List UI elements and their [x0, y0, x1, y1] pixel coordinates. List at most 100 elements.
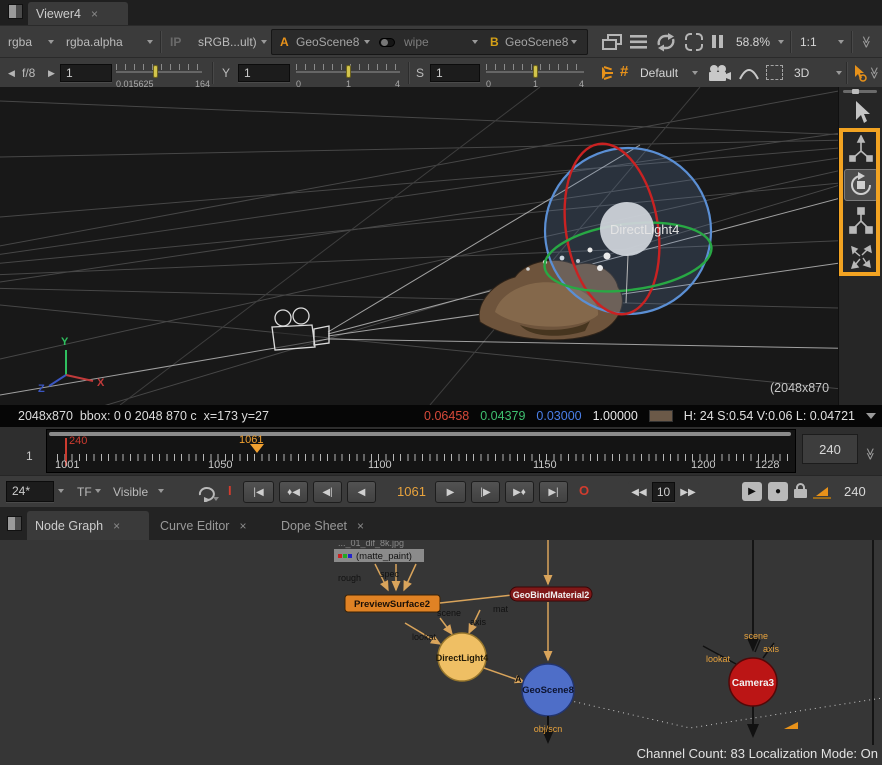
sync-arrows-icon[interactable] — [654, 32, 678, 52]
chevron-down-icon[interactable] — [472, 40, 478, 44]
play-button[interactable]: ▶ — [435, 481, 466, 503]
tab-dope-sheet[interactable]: Dope Sheet × — [273, 511, 385, 540]
strip-slider[interactable] — [843, 90, 877, 93]
play-backward-button[interactable]: ◀ — [347, 481, 376, 503]
tab-viewer4[interactable]: Viewer4 × — [28, 2, 128, 25]
collapse-timeline-icon[interactable]: ≫ — [863, 448, 877, 461]
divider — [212, 62, 213, 84]
current-frame-readout[interactable]: 1061 — [397, 484, 426, 499]
strip-slider-handle[interactable] — [852, 89, 859, 94]
prev-keyframe-button[interactable]: ♦◀ — [279, 481, 308, 503]
lut-curve-icon[interactable] — [738, 65, 760, 81]
chevron-down-icon[interactable] — [692, 71, 698, 75]
rotate-tool-button-active[interactable] — [844, 169, 878, 201]
tab-curve-editor[interactable]: Curve Editor × — [152, 511, 270, 540]
panel-menu-icon[interactable] — [7, 516, 22, 531]
fstop-decrease-icon[interactable]: ◀ — [8, 68, 15, 79]
tab-node-graph[interactable]: Node Graph × — [27, 511, 149, 540]
layout-squares-icon[interactable] — [601, 33, 625, 51]
roi-icon[interactable] — [766, 65, 783, 80]
translate-tool-icon[interactable] — [848, 135, 874, 165]
wipe-mode-select[interactable]: wipe — [404, 35, 429, 49]
input-process-button[interactable]: IP — [170, 35, 181, 49]
close-icon[interactable]: × — [91, 7, 98, 21]
fstop-increase-icon[interactable]: ▶ — [48, 68, 55, 79]
safe-area-icon[interactable] — [683, 32, 705, 52]
pause-icon[interactable] — [712, 35, 723, 48]
render-stop-icon[interactable]: ● — [768, 482, 788, 501]
gamma-slider-handle[interactable] — [346, 65, 351, 78]
gain-slider[interactable]: 0.015625 164 — [116, 60, 202, 86]
chevron-down-icon[interactable] — [364, 40, 370, 44]
in-point-flag[interactable]: I — [228, 483, 232, 498]
skew-tool-icon[interactable] — [848, 243, 874, 271]
chevron-down-icon[interactable] — [571, 40, 577, 44]
step-back-button[interactable]: ◀| — [313, 481, 342, 503]
lifetime-select[interactable]: Visible — [113, 485, 148, 499]
chevron-down-icon[interactable] — [158, 489, 164, 493]
loop-mode-icon[interactable] — [196, 482, 220, 502]
fps-select[interactable]: 24* — [6, 481, 54, 502]
range-end-box[interactable]: 240 — [802, 434, 858, 464]
timeline-range-select[interactable]: TF — [77, 485, 92, 499]
lock-range-icon[interactable] — [794, 483, 807, 498]
skip-forward-button[interactable]: ▶▶ — [677, 481, 699, 503]
timeline-scrollbar[interactable] — [49, 432, 791, 436]
pointer-orange-icon[interactable] — [852, 64, 868, 82]
headlamp-icon[interactable] — [592, 64, 614, 82]
ramp-cache-icon[interactable] — [812, 484, 832, 500]
out-point-flag[interactable]: O — [579, 483, 589, 498]
frame-increment-input[interactable]: 10 — [652, 482, 675, 502]
fstop-label: f/8 — [22, 66, 35, 80]
viewer-colorspace-select[interactable]: sRGB...ult) — [198, 35, 257, 49]
render-camera-icon[interactable] — [706, 64, 732, 82]
wipe-toggle[interactable] — [379, 38, 395, 47]
next-keyframe-button[interactable]: ▶♦ — [505, 481, 534, 503]
channel-layer-select[interactable]: rgba — [8, 35, 32, 49]
gamma-slider[interactable]: 0 1 4 — [296, 60, 400, 86]
gamma-input[interactable]: 1 — [238, 64, 290, 82]
chevron-down-icon[interactable] — [48, 40, 54, 44]
goto-end-button[interactable]: ▶| — [539, 481, 568, 503]
viewport-3d[interactable]: DirectLight4 Y X Z (2048x870 ≫ — [0, 87, 882, 405]
chevron-down-icon[interactable] — [95, 489, 101, 493]
view-mode-select[interactable]: 3D — [794, 66, 809, 80]
saturation-input[interactable]: 1 — [430, 64, 480, 82]
collapse-toolbar-icon[interactable]: ≫ — [859, 36, 873, 49]
list-lines-icon[interactable] — [629, 33, 649, 51]
chevron-down-icon[interactable] — [838, 40, 844, 44]
step-forward-button[interactable]: |▶ — [471, 481, 500, 503]
flipbook-play-icon[interactable]: ▶ — [742, 482, 762, 501]
saturation-slider-handle[interactable] — [533, 65, 538, 78]
camera-wireframe[interactable] — [272, 308, 329, 350]
select-tool-icon[interactable] — [849, 99, 873, 125]
chevron-down-icon[interactable] — [261, 40, 267, 44]
timeline-ruler[interactable]: 240 1061 1001 1050 1100 1150 1200 1228 — [46, 429, 796, 473]
collapse-toolbar-icon[interactable]: ≫ — [867, 67, 881, 80]
close-icon[interactable]: × — [357, 519, 364, 533]
nodegraph-canvas[interactable]: ..._01_dif_8k.jpg (matte_paint) rough sp… — [0, 540, 882, 765]
viewer-process-select[interactable]: Default — [640, 66, 678, 80]
chevron-down-icon[interactable] — [866, 413, 876, 419]
alpha-channel-select[interactable]: rgba.alpha — [66, 35, 123, 49]
input-b-select[interactable]: GeoScene8 — [505, 35, 568, 49]
divider — [851, 31, 852, 53]
goto-start-button[interactable]: |◀ — [243, 481, 274, 503]
grid-hash-icon[interactable]: # — [620, 63, 628, 80]
gain-slider-handle[interactable] — [153, 65, 158, 78]
chevron-down-icon[interactable] — [147, 40, 153, 44]
chevron-down-icon[interactable] — [58, 489, 64, 493]
skip-back-button[interactable]: ◀◀ — [628, 481, 650, 503]
panel-menu-icon[interactable] — [8, 4, 23, 19]
close-icon[interactable]: × — [113, 519, 120, 533]
chevron-down-icon[interactable] — [836, 71, 842, 75]
zoom-level-select[interactable]: 58.8% — [736, 35, 770, 49]
viewer-toolbar-bottom: ◀ f/8 ▶ 1 0.015625 164 Y 1 0 1 4 S 1 0 1… — [0, 57, 882, 87]
proxy-mode-select[interactable]: 1:1 — [800, 35, 817, 49]
saturation-slider[interactable]: 0 1 4 — [486, 60, 584, 86]
scale-tool-icon[interactable] — [848, 207, 874, 237]
chevron-down-icon[interactable] — [778, 40, 784, 44]
input-a-select[interactable]: GeoScene8 — [296, 35, 359, 49]
close-icon[interactable]: × — [239, 519, 246, 533]
gain-input[interactable]: 1 — [60, 64, 112, 82]
